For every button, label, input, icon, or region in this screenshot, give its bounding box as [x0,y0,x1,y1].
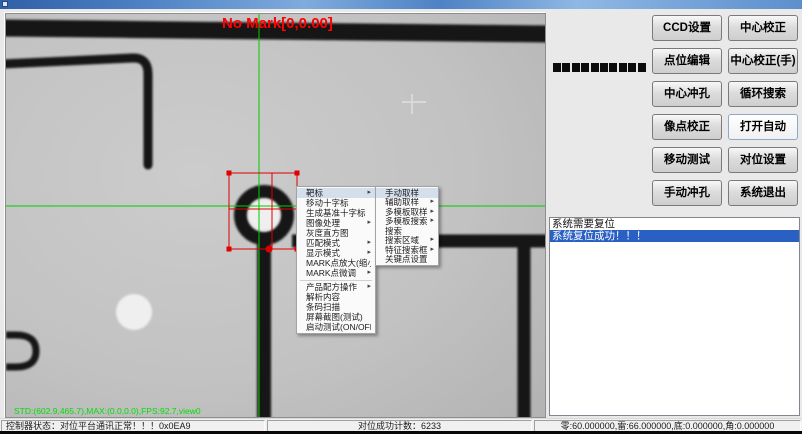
log-line-selected[interactable]: 系统复位成功！！！ [550,230,799,242]
progress-indicator [553,63,646,72]
menu-item-mark-finetune[interactable]: MARK点微调 [297,268,375,278]
menu-item-target[interactable]: 靶标 [297,188,375,198]
indicator-segment [638,63,646,72]
context-menu: 靶标 移动十字标 生成基准十字标 图像处理 灰度直方图 匹配模式 显示模式 MA… [296,186,376,334]
move-test-button[interactable]: 移动测试 [652,147,722,173]
indicator-segment [591,63,599,72]
submenu-item-feature-search-box[interactable]: 特征搜索框 [376,245,438,255]
log-line[interactable]: 系统需要复位 [550,218,799,230]
menu-item-gray-histogram[interactable]: 灰度直方图 [297,228,375,238]
indicator-segment [562,63,570,72]
white-hole [116,294,152,330]
ring-hole [248,199,280,231]
roi-handle-tr[interactable] [295,171,300,176]
center-correction-button[interactable]: 中心校正 [728,15,798,41]
system-log-list[interactable]: 系统需要复位 系统复位成功！！！ [549,217,800,416]
camera-view[interactable]: No Mark[0,0.00] STD:(602.9,465.7),MAX:(0… [5,13,546,418]
open-auto-button[interactable]: 打开自动 [728,114,798,140]
indicator-segment [581,63,589,72]
center-punch-button[interactable]: 中心冲孔 [652,81,722,107]
machine-vision-app: No Mark[0,0.00] STD:(602.9,465.7),MAX:(0… [0,0,802,434]
menu-item-move-crosshair[interactable]: 移动十字标 [297,198,375,208]
menu-item-display-mode[interactable]: 显示模式 [297,248,375,258]
menu-item-generate-ref-crosshair[interactable]: 生成基准十字标 [297,208,375,218]
submenu-item-keypoint-settings[interactable]: 关键点设置 [376,255,438,265]
menu-separator [300,280,372,281]
ccd-settings-button[interactable]: CCD设置 [652,15,722,41]
indicator-segment [609,63,617,72]
menu-item-parse-content[interactable]: 解析内容 [297,292,375,302]
submenu-item-assisted-sample[interactable]: 辅助取样 [376,198,438,208]
control-button-panel: CCD设置 中心校正 点位编辑 中心校正(手) 中心冲孔 循环搜索 像点校正 打… [652,15,798,206]
menu-item-start-test-toggle[interactable]: 启动测试(ON/OFF) [297,322,375,332]
submenu-item-manual-sample[interactable]: 手动取样 [376,188,438,198]
status-bar: 控制器状态：对位平台通讯正常！！！0x0EA9 对位成功计数：6233 零:60… [0,418,802,431]
fps-stats-label: STD:(602.9,465.7),MAX:(0.0,0.0),FPS:92.7… [14,406,201,416]
menu-item-barcode-scan[interactable]: 条码扫描 [297,302,375,312]
manual-punch-button[interactable]: 手动冲孔 [652,180,722,206]
indicator-segment [553,63,561,72]
roi-handle-bl[interactable] [227,247,232,252]
alignment-settings-button[interactable]: 对位设置 [728,147,798,173]
point-edit-button[interactable]: 点位编辑 [652,48,722,74]
system-exit-button[interactable]: 系统退出 [728,180,798,206]
indicator-segment [628,63,636,72]
menu-item-match-mode[interactable]: 匹配模式 [297,238,375,248]
submenu-item-search[interactable]: 搜索 [376,226,438,236]
roi-center-dot[interactable] [266,246,273,253]
no-mark-label: No Mark[0,0.00] [222,15,333,32]
menu-item-image-processing[interactable]: 图像处理 [297,218,375,228]
submenu-item-multitemplate-search[interactable]: 多模板搜索 [376,217,438,227]
indicator-segment [572,63,580,72]
center-correction-manual-button[interactable]: 中心校正(手) [728,48,798,74]
menu-item-screenshot-test[interactable]: 屏幕截图(测试) [297,312,375,322]
submenu-item-multitemplate-sample[interactable]: 多模板取样 [376,207,438,217]
menu-item-mark-zoom[interactable]: MARK点放大(缩小) [297,258,375,268]
window-icon [2,1,8,7]
roi-handle-tl[interactable] [227,171,232,176]
submenu-item-search-area[interactable]: 搜索区域 [376,236,438,246]
menu-item-recipe-operation[interactable]: 产品配方操作 [297,282,375,292]
indicator-segment [619,63,627,72]
loop-search-button[interactable]: 循环搜索 [728,81,798,107]
pixel-correction-button[interactable]: 像点校正 [652,114,722,140]
context-submenu: 手动取样 辅助取样 多模板取样 多模板搜索 搜索 搜索区域 特征搜索框 关键点设… [375,186,439,266]
camera-image: No Mark[0,0.00] STD:(602.9,465.7),MAX:(0… [6,14,545,417]
window-titlebar [0,0,802,9]
indicator-segment [600,63,608,72]
